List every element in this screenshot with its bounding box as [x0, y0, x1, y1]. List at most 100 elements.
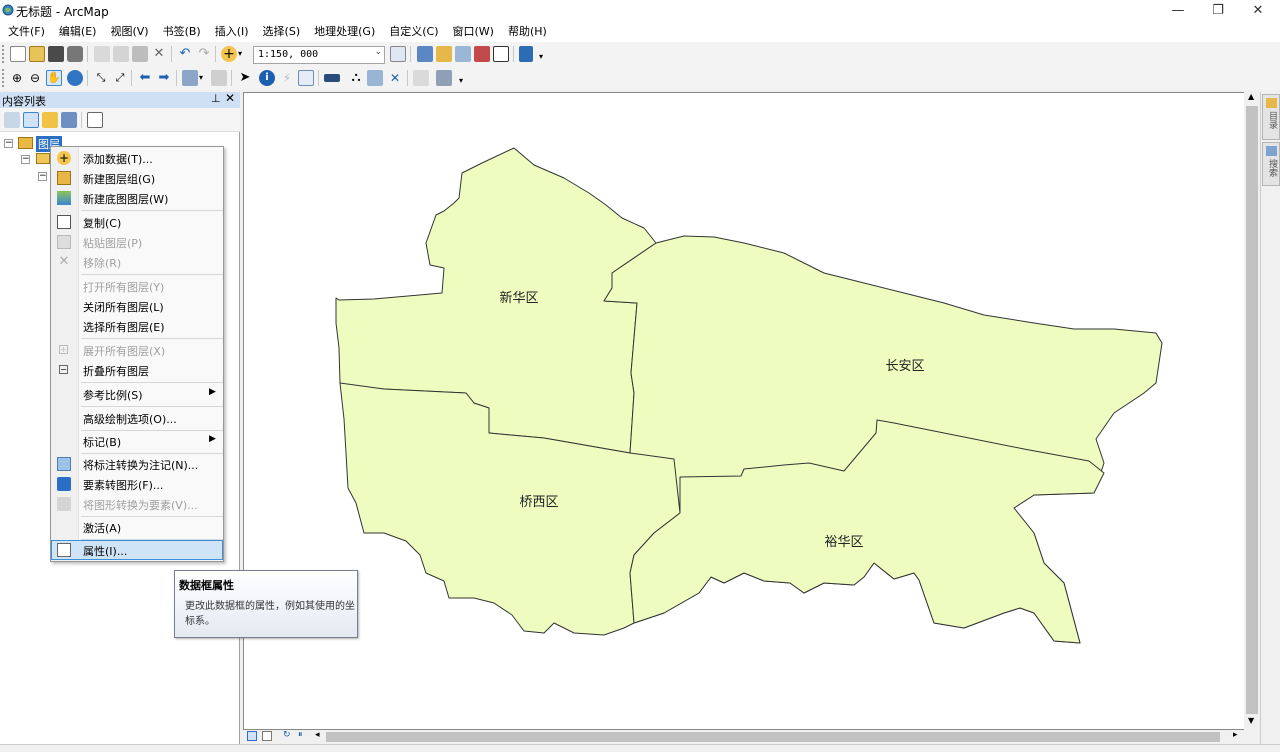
menu-file[interactable]: 文件(F) [0, 22, 52, 42]
menu-customize[interactable]: 自定义(C) [382, 22, 445, 42]
menu-item-expand-all-layers[interactable]: + 展开所有图层(X) [51, 340, 223, 360]
hyperlink-icon[interactable]: ⚡ [279, 70, 295, 86]
menu-help[interactable]: 帮助(H) [501, 22, 554, 42]
refresh-icon[interactable]: ↻ [283, 730, 291, 740]
viewer-window-icon[interactable] [436, 70, 452, 86]
scroll-up-icon[interactable]: ▲ [1248, 92, 1254, 101]
layout-view-icon[interactable] [262, 731, 272, 741]
list-by-drawing-order-icon[interactable] [4, 112, 20, 128]
menu-item-graphics-to-features[interactable]: 将图形转换为要素(V)... [51, 494, 223, 514]
map-display[interactable]: 新华区 长安区 桥西区 裕华区 [243, 92, 1257, 730]
toolbar-grip[interactable] [2, 69, 5, 87]
arctoolbox-icon[interactable] [474, 46, 490, 62]
new-document-icon[interactable] [10, 46, 26, 62]
menu-item-new-group-layer[interactable]: 新建图层组(G) [51, 168, 223, 188]
horizontal-scroll-thumb[interactable] [326, 732, 1220, 742]
minimize-button[interactable]: — [1158, 0, 1198, 22]
scale-combobox[interactable]: 1:150, 000 ⌄ [253, 46, 385, 64]
search-tab[interactable]: 搜索 [1262, 142, 1280, 186]
menu-item-labeling[interactable]: 标记(B) ▶ [51, 431, 223, 451]
fixed-zoom-out-icon[interactable]: ⤢ [112, 70, 128, 86]
select-dropdown-icon[interactable]: ▾ [199, 70, 207, 86]
python-window-icon[interactable] [493, 46, 509, 62]
scroll-right-icon[interactable]: ▸ [1233, 730, 1238, 740]
full-extent-icon[interactable] [67, 70, 83, 86]
pan-icon[interactable]: ✋ [46, 70, 62, 86]
select-features-icon[interactable] [182, 70, 198, 86]
vertical-scroll-thumb[interactable] [1246, 106, 1258, 714]
modelbuilder-icon[interactable] [519, 46, 533, 62]
close-button[interactable]: ✕ [1238, 0, 1278, 22]
back-extent-icon[interactable]: ⬅ [137, 70, 153, 86]
toolbar-overflow-icon[interactable]: ▾ [459, 70, 467, 86]
menu-item-select-all-layers[interactable]: 选择所有图层(E) [51, 316, 223, 336]
paste-toolbar-icon[interactable] [132, 46, 148, 62]
toc-close-button[interactable]: ✕ [225, 91, 235, 105]
identify-icon[interactable]: i [259, 70, 275, 86]
toc-window-icon[interactable] [417, 46, 433, 62]
menu-view[interactable]: 视图(V) [103, 22, 155, 42]
data-view-icon[interactable] [247, 731, 257, 741]
chevron-down-icon[interactable]: ⌄ [374, 47, 382, 57]
menu-item-turn-all-layers-off[interactable]: 关闭所有图层(L) [51, 296, 223, 316]
fixed-zoom-in-icon[interactable]: ⤡ [93, 70, 109, 86]
forward-extent-icon[interactable]: ➡ [156, 70, 172, 86]
list-by-selection-icon[interactable] [61, 112, 77, 128]
menu-item-add-data[interactable]: + 添加数据(T)... [51, 148, 223, 168]
menu-insert[interactable]: 插入(I) [208, 22, 256, 42]
go-to-xy-icon[interactable]: ✕ [387, 70, 403, 86]
menu-item-paste-layer[interactable]: 粘贴图层(P) [51, 232, 223, 252]
save-icon[interactable] [48, 46, 64, 62]
menu-item-new-basemap-layer[interactable]: 新建底图图层(W) [51, 188, 223, 208]
time-slider-icon[interactable] [413, 70, 429, 86]
menu-item-turn-all-layers-on[interactable]: 打开所有图层(Y) [51, 276, 223, 296]
collapse-toggle-icon[interactable]: − [38, 172, 47, 181]
menu-windows[interactable]: 窗口(W) [446, 22, 501, 42]
measure-icon[interactable] [324, 74, 340, 82]
find-route-icon[interactable] [367, 70, 383, 86]
collapse-toggle-icon[interactable]: − [4, 139, 13, 148]
scroll-left-icon[interactable]: ◂ [315, 730, 320, 740]
restore-button[interactable]: ❐ [1198, 0, 1238, 22]
html-popup-icon[interactable] [298, 70, 314, 86]
menu-item-properties[interactable]: 属性(I)... [51, 540, 223, 560]
menu-item-convert-labels[interactable]: 将标注转换为注记(N)... [51, 454, 223, 474]
cut-icon[interactable] [94, 46, 110, 62]
collapse-toggle-icon[interactable]: − [21, 155, 30, 164]
catalog-tab[interactable]: 目录 [1262, 94, 1280, 140]
scroll-down-icon[interactable]: ▼ [1248, 716, 1254, 725]
pause-drawing-icon[interactable]: ⏸ [298, 730, 303, 740]
open-icon[interactable] [29, 46, 45, 62]
menu-item-features-to-graphics[interactable]: 要素转图形(F)... [51, 474, 223, 494]
toc-options-icon[interactable] [87, 112, 103, 128]
zoom-out-icon[interactable]: ⊖ [27, 70, 43, 86]
menu-item-remove[interactable]: ✕ 移除(R) [51, 252, 223, 272]
print-icon[interactable] [67, 46, 83, 62]
menu-geoprocessing[interactable]: 地理处理(G) [307, 22, 382, 42]
redo-icon[interactable]: ↷ [196, 46, 212, 62]
select-elements-icon[interactable]: ➤ [237, 70, 253, 86]
list-by-source-icon[interactable] [23, 112, 39, 128]
pin-icon[interactable]: ⊥ [211, 92, 221, 105]
menu-bookmarks[interactable]: 书签(B) [156, 22, 208, 42]
add-data-dropdown-icon[interactable]: ▾ [238, 46, 246, 62]
add-data-toolbar-icon[interactable]: + [221, 46, 237, 62]
menu-edit[interactable]: 编辑(E) [52, 22, 104, 42]
menu-item-collapse-all-layers[interactable]: − 折叠所有图层 [51, 360, 223, 380]
toolbar-grip[interactable] [2, 45, 5, 63]
copy-toolbar-icon[interactable] [113, 46, 129, 62]
list-by-visibility-icon[interactable] [42, 112, 58, 128]
menu-item-activate[interactable]: 激活(A) [51, 517, 223, 537]
clear-selection-icon[interactable] [211, 70, 227, 86]
toolbar-overflow-icon[interactable]: ▾ [539, 46, 547, 62]
catalog-window-icon[interactable] [436, 46, 452, 62]
undo-icon[interactable]: ↶ [177, 46, 193, 62]
search-window-icon[interactable] [455, 46, 471, 62]
editor-icon[interactable] [390, 46, 406, 62]
menu-item-reference-scale[interactable]: 参考比例(S) ▶ [51, 384, 223, 404]
menu-selection[interactable]: 选择(S) [256, 22, 308, 42]
menu-item-advanced-drawing-options[interactable]: 高级绘制选项(O)... [51, 408, 223, 428]
zoom-in-icon[interactable]: ⊕ [9, 70, 25, 86]
menu-item-copy[interactable]: 复制(C) [51, 212, 223, 232]
delete-icon[interactable]: ✕ [151, 46, 167, 62]
